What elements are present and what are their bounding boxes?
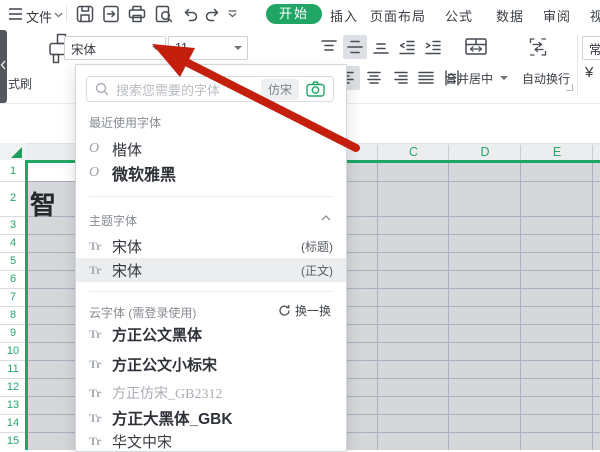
row-header[interactable]: 1: [0, 164, 26, 178]
truetype-icon: Tr: [89, 356, 102, 371]
print-preview-icon[interactable]: [155, 5, 173, 23]
divider: [89, 291, 333, 292]
tab-view[interactable]: 视: [590, 6, 600, 25]
opentype-icon: O: [89, 141, 100, 156]
save-icon[interactable]: [76, 5, 94, 23]
row-header[interactable]: 11: [0, 362, 26, 376]
font-dropdown-panel: 搜索您需要的字体 仿宋 最近使用字体 O 楷体 O 微软雅黑 主题字体 Tr 宋…: [75, 64, 347, 452]
align-center-button[interactable]: [362, 66, 386, 90]
undo-icon[interactable]: [181, 5, 199, 23]
truetype-icon: Tr: [89, 326, 102, 341]
tab-page-layout[interactable]: 页面布局: [370, 6, 426, 25]
dropdown-arrow-icon[interactable]: [234, 46, 242, 50]
dropdown-arrow-icon[interactable]: [500, 76, 508, 80]
row-header[interactable]: 8: [0, 308, 26, 322]
export-icon[interactable]: [102, 5, 120, 23]
font-name-value: 宋体: [71, 42, 97, 57]
number-format-value: 常: [589, 42, 600, 57]
font-search-input[interactable]: 搜索您需要的字体 仿宋: [86, 76, 334, 102]
format-painter-label[interactable]: 式刷: [8, 75, 32, 92]
menu-bar: 文件 开始 插入 页面布局 公式 数据 审阅 视: [0, 0, 600, 28]
redo-icon[interactable]: [204, 5, 222, 23]
group-expand-mark: [566, 84, 573, 91]
recent-fonts-title: 最近使用字体: [89, 116, 162, 130]
truetype-icon: Tr: [89, 385, 102, 400]
divider: [66, 6, 67, 22]
currency-button[interactable]: ¥: [585, 64, 593, 81]
divider: [577, 34, 578, 96]
font-item-fzfangsong-gb2312[interactable]: Tr 方正仿宋_GB2312: [89, 382, 333, 404]
customize-toolbar-icon[interactable]: [227, 10, 245, 28]
search-tag[interactable]: 仿宋: [260, 78, 299, 100]
font-item-fzgongwenheiti[interactable]: Tr 方正公文黑体: [89, 323, 333, 345]
opentype-icon: O: [89, 165, 100, 180]
row-header[interactable]: 15: [0, 434, 26, 448]
hamburger-icon[interactable]: [8, 7, 26, 25]
file-menu[interactable]: 文件: [26, 7, 52, 26]
row-header[interactable]: 13: [0, 398, 26, 412]
print-icon[interactable]: [128, 5, 146, 23]
side-panel-handle[interactable]: [0, 30, 7, 103]
truetype-icon: Tr: [89, 433, 102, 448]
tab-insert[interactable]: 插入: [330, 6, 358, 25]
font-item-fzdaheiti-gbk[interactable]: Tr 方正大黑体_GBK: [89, 407, 333, 429]
font-name-combo[interactable]: 宋体: [64, 36, 166, 60]
row-header[interactable]: 6: [0, 272, 26, 286]
merge-center-label[interactable]: 合并居中: [445, 70, 493, 87]
cell-a2-text: 智: [30, 191, 57, 220]
row-header[interactable]: 7: [0, 290, 26, 304]
column-header-c[interactable]: C: [377, 145, 449, 160]
font-item-kaiti[interactable]: O 楷体: [89, 138, 333, 160]
column-header-partial[interactable]: [592, 145, 600, 160]
tab-data[interactable]: 数据: [496, 6, 524, 25]
align-top-button[interactable]: [317, 35, 341, 59]
font-size-value: 11: [175, 41, 188, 55]
align-justify-button[interactable]: [414, 66, 438, 90]
number-format-combo[interactable]: 常: [582, 36, 600, 60]
truetype-icon: Tr: [89, 410, 102, 425]
row-header[interactable]: 14: [0, 416, 26, 430]
collapse-chevron-icon[interactable]: [321, 215, 331, 221]
wrap-text-icon[interactable]: [528, 37, 548, 57]
search-icon: [95, 82, 109, 96]
row-header[interactable]: 9: [0, 326, 26, 340]
row-header[interactable]: 3: [0, 218, 26, 232]
font-item-msyahei[interactable]: O 微软雅黑: [89, 162, 333, 184]
row-header[interactable]: 10: [0, 344, 26, 358]
dropdown-arrow-icon[interactable]: [152, 46, 160, 50]
increase-indent-button[interactable]: [421, 35, 445, 59]
tab-home[interactable]: 开始: [266, 4, 323, 24]
align-right-button[interactable]: [388, 66, 412, 90]
column-header-e[interactable]: E: [520, 145, 593, 160]
merge-center-icon[interactable]: [465, 37, 487, 57]
row-header[interactable]: 2: [0, 191, 26, 205]
cloud-fonts-title: 云字体 (需登录使用): [89, 306, 197, 320]
font-item-songti-body[interactable]: Tr 宋体 (正文): [89, 259, 333, 281]
font-item-fzgongwenxiaobiaosong[interactable]: Tr 方正公文小标宋: [89, 353, 333, 375]
row-header[interactable]: 4: [0, 236, 26, 250]
row-header[interactable]: 5: [0, 254, 26, 268]
refresh-fonts-button[interactable]: 换一换: [278, 302, 331, 319]
tab-formulas[interactable]: 公式: [445, 6, 473, 25]
font-size-combo[interactable]: 11: [168, 36, 248, 60]
row-header[interactable]: 12: [0, 380, 26, 394]
font-item-songti-title[interactable]: Tr 宋体 (标题): [89, 235, 333, 257]
decrease-indent-button[interactable]: [395, 35, 419, 59]
camera-icon[interactable]: [306, 81, 325, 97]
wrap-text-label[interactable]: 自动换行: [522, 70, 570, 87]
refresh-icon: [279, 305, 290, 316]
truetype-icon: Tr: [89, 238, 102, 253]
truetype-icon: Tr: [89, 262, 102, 277]
search-placeholder: 搜索您需要的字体: [116, 82, 221, 98]
tab-review[interactable]: 审阅: [543, 6, 571, 25]
chevron-left-icon: [0, 60, 6, 70]
column-header-d[interactable]: D: [448, 145, 521, 160]
theme-fonts-title: 主题字体: [89, 214, 138, 228]
divider: [89, 196, 333, 197]
align-middle-button[interactable]: [343, 35, 367, 59]
select-all-triangle-icon: [11, 147, 22, 158]
align-bottom-button[interactable]: [369, 35, 393, 59]
font-item-huawenzhongsong[interactable]: Tr 华文中宋: [89, 430, 333, 452]
